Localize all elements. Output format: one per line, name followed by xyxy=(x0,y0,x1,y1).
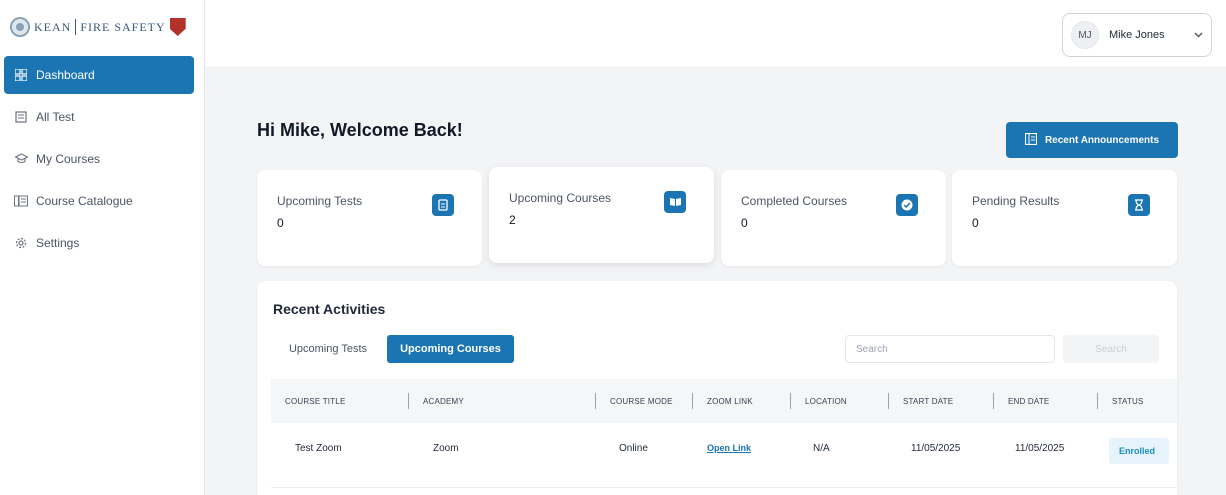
column-divider xyxy=(993,393,994,409)
logo-text-fire-safety: FIRE SAFETY xyxy=(80,19,166,34)
sidebar-item-label: Dashboard xyxy=(36,68,95,82)
column-header[interactable]: COURSE TITLE xyxy=(285,379,346,423)
stat-value: 0 xyxy=(277,216,284,230)
column-divider xyxy=(888,393,889,409)
column-divider xyxy=(1097,393,1098,409)
column-header[interactable]: COURSE MODE xyxy=(610,379,673,423)
chevron-down-icon xyxy=(1194,29,1203,41)
column-header[interactable]: ACADEMY xyxy=(423,379,464,423)
check-circle-icon xyxy=(896,194,918,216)
recent-activities-panel: Recent Activities Upcoming Tests Upcomin… xyxy=(257,281,1177,495)
sidebar-item-label: Course Catalogue xyxy=(36,194,133,208)
stat-card-upcoming-courses[interactable]: Upcoming Courses 2 xyxy=(489,167,714,263)
recent-announcements-label: Recent Announcements xyxy=(1044,134,1160,146)
user-menu[interactable]: MJ Mike Jones xyxy=(1062,13,1212,57)
stat-label: Completed Courses xyxy=(741,194,848,208)
column-header[interactable]: END DATE xyxy=(1008,379,1049,423)
cell-start-date: 11/05/2025 xyxy=(911,443,961,454)
sidebar-item-label: All Test xyxy=(36,110,75,124)
sidebar-item-all-test[interactable]: All Test xyxy=(4,98,194,136)
column-header[interactable]: LOCATION xyxy=(805,379,847,423)
document-icon xyxy=(14,110,28,124)
stat-label: Upcoming Tests xyxy=(277,194,363,208)
row-divider xyxy=(271,487,1177,488)
hourglass-icon xyxy=(1128,194,1150,216)
stat-value: 2 xyxy=(509,213,516,227)
stat-card-pending-results[interactable]: Pending Results 0 xyxy=(952,170,1177,266)
book-icon xyxy=(664,191,686,213)
stat-card-completed-courses[interactable]: Completed Courses 0 xyxy=(721,170,946,266)
column-header[interactable]: ZOOM LINK xyxy=(707,379,753,423)
sidebar-item-settings[interactable]: Settings xyxy=(4,224,194,262)
avatar: MJ xyxy=(1071,21,1099,49)
status-badge: Enrolled xyxy=(1109,438,1169,464)
search-input[interactable] xyxy=(845,335,1055,363)
kean-seal-icon xyxy=(10,17,30,37)
graduation-cap-icon xyxy=(14,152,28,166)
cell-course-mode: Online xyxy=(619,443,648,454)
logo-divider xyxy=(75,19,77,35)
column-header[interactable]: STATUS xyxy=(1112,379,1144,423)
page-title: Hi Mike, Welcome Back! xyxy=(257,120,463,140)
grid-icon xyxy=(14,68,28,82)
catalogue-icon xyxy=(14,194,28,208)
test-icon xyxy=(432,194,454,216)
cell-academy: Zoom xyxy=(433,443,459,454)
kean-fire-safety-logo[interactable]: KEAN FIRE SAFETY xyxy=(10,12,195,42)
fire-shield-icon xyxy=(169,18,186,36)
stat-value: 0 xyxy=(741,216,748,230)
gear-icon xyxy=(14,236,28,250)
section-title: Recent Activities xyxy=(273,301,386,317)
sidebar-item-dashboard[interactable]: Dashboard xyxy=(4,56,194,94)
sidebar-item-my-courses[interactable]: My Courses xyxy=(4,140,194,178)
sidebar: KEAN FIRE SAFETY Dashboard All Test My C… xyxy=(0,0,205,495)
open-zoom-link[interactable]: Open Link xyxy=(707,443,751,453)
tab-upcoming-tests[interactable]: Upcoming Tests xyxy=(273,335,383,363)
stat-label: Pending Results xyxy=(972,194,1060,208)
column-divider xyxy=(790,393,791,409)
table-header: COURSE TITLE ACADEMY COURSE MODE ZOOM LI… xyxy=(271,379,1177,423)
cell-course-title: Test Zoom xyxy=(295,443,342,454)
search-button[interactable]: Search xyxy=(1063,335,1159,363)
logo-text-kean: KEAN xyxy=(34,19,72,34)
cell-end-date: 11/05/2025 xyxy=(1015,443,1065,454)
recent-announcements-button[interactable]: Recent Announcements xyxy=(1006,122,1178,158)
sidebar-item-label: My Courses xyxy=(36,152,101,166)
column-header[interactable]: START DATE xyxy=(903,379,953,423)
column-divider xyxy=(595,393,596,409)
tab-upcoming-courses[interactable]: Upcoming Courses xyxy=(387,335,514,363)
sidebar-item-course-catalogue[interactable]: Course Catalogue xyxy=(4,182,194,220)
user-name: Mike Jones xyxy=(1109,29,1165,41)
column-divider xyxy=(692,393,693,409)
stat-card-upcoming-tests[interactable]: Upcoming Tests 0 xyxy=(257,170,482,266)
column-divider xyxy=(408,393,409,409)
announcement-icon xyxy=(1024,132,1038,148)
cell-location: N/A xyxy=(813,443,830,454)
stat-label: Upcoming Courses xyxy=(509,191,612,205)
stat-value: 0 xyxy=(972,216,979,230)
sidebar-item-label: Settings xyxy=(36,236,80,250)
